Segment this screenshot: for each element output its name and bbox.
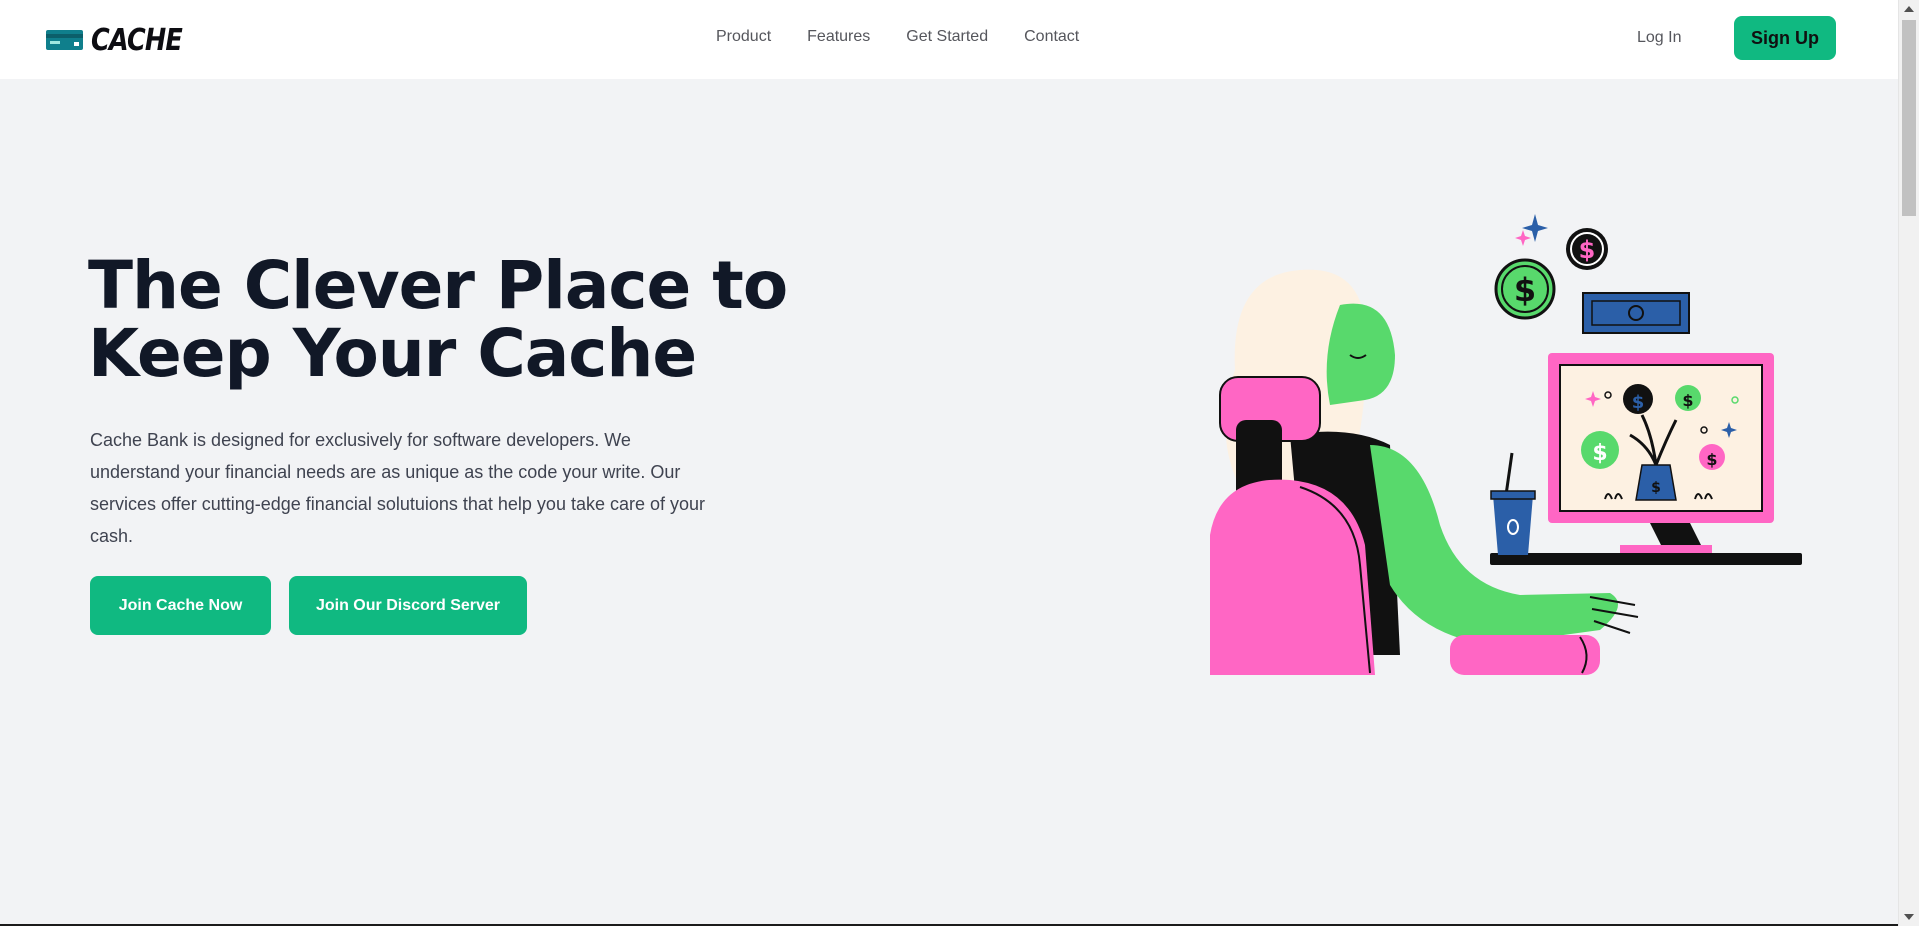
signup-button[interactable]: Sign Up — [1734, 16, 1836, 60]
vertical-scrollbar[interactable] — [1898, 0, 1919, 926]
scroll-down-icon[interactable] — [1904, 914, 1914, 920]
scroll-thumb[interactable] — [1902, 20, 1916, 216]
join-discord-button[interactable]: Join Our Discord Server — [289, 576, 527, 635]
hero-title: The Clever Place to Keep Your Cache — [88, 247, 788, 392]
svg-text:$: $ — [1592, 441, 1607, 466]
svg-text:$: $ — [1706, 450, 1717, 469]
nav-link-features[interactable]: Features — [807, 28, 870, 46]
svg-text:$: $ — [1682, 391, 1693, 410]
nav-link-get-started[interactable]: Get Started — [906, 28, 988, 46]
top-navbar: CACHE Product Features Get Started Conta… — [0, 0, 1898, 79]
hero-description: Cache Bank is designed for exclusively f… — [90, 430, 706, 546]
svg-text:$: $ — [1579, 236, 1596, 264]
brand-logo[interactable]: CACHE — [46, 22, 198, 58]
primary-nav: Product Features Get Started Contact — [716, 28, 1115, 46]
svg-text:$: $ — [1651, 480, 1661, 496]
login-link[interactable]: Log In — [1637, 29, 1681, 47]
svg-text:$: $ — [1632, 392, 1645, 413]
scroll-up-icon[interactable] — [1904, 6, 1914, 12]
developer-at-desk-illustration: $ $ $ $ $ $ $ — [1190, 205, 1810, 685]
credit-card-icon — [46, 28, 83, 52]
nav-link-contact[interactable]: Contact — [1024, 28, 1079, 46]
nav-link-product[interactable]: Product — [716, 28, 771, 46]
svg-text:$: $ — [1514, 271, 1536, 309]
join-cache-button[interactable]: Join Cache Now — [90, 576, 271, 635]
brand-name: CACHE — [91, 22, 183, 58]
